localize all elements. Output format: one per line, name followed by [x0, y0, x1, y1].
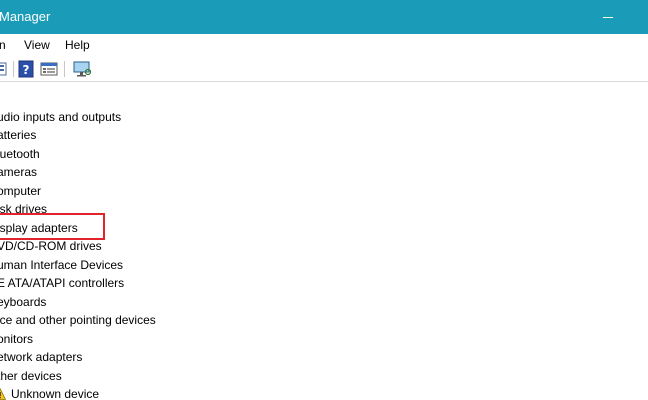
tree-item-monitors[interactable]: onitors: [0, 330, 33, 348]
tree-item-computer[interactable]: omputer: [0, 182, 41, 200]
tree-item-keyboards[interactable]: eyboards: [0, 293, 46, 311]
tree-item-ide-controllers[interactable]: E ATA/ATAPI controllers: [0, 274, 124, 292]
tree-item-cameras[interactable]: ameras: [0, 163, 37, 181]
svg-text:?: ?: [23, 63, 30, 77]
tree-item-mice[interactable]: ice and other pointing devices: [0, 311, 156, 329]
tree-item-network-adapters[interactable]: etwork adapters: [0, 348, 82, 366]
tree-item-audio[interactable]: udio inputs and outputs: [0, 108, 121, 126]
menu-help[interactable]: Help: [65, 38, 90, 52]
title-bar: Manager: [0, 0, 648, 34]
tree-item-hid[interactable]: uman Interface Devices: [0, 256, 123, 274]
tree-item-bluetooth[interactable]: luetooth: [0, 145, 40, 163]
window-title: Manager: [0, 9, 51, 24]
toolbar-separator: [64, 61, 65, 77]
tree-item-unknown-device[interactable]: Unknown device: [0, 385, 99, 400]
tree-item-label: Unknown device: [11, 387, 100, 400]
minimize-button[interactable]: [598, 8, 618, 26]
scan-hardware-icon[interactable]: [72, 60, 92, 78]
warning-icon: [0, 387, 7, 400]
tree-item-other-devices[interactable]: ther devices: [0, 367, 62, 385]
help-icon[interactable]: ?: [17, 60, 35, 78]
highlight-box: [0, 213, 105, 240]
menu-view[interactable]: View: [24, 38, 50, 52]
toolbar-separator: [13, 61, 14, 77]
menu-action[interactable]: n: [0, 38, 6, 52]
tree-item-batteries[interactable]: atteries: [0, 126, 36, 144]
device-tree: udio inputs and outputs atteries luetoot…: [0, 83, 648, 400]
toolbar: ?: [0, 56, 648, 82]
properties-icon[interactable]: [40, 60, 58, 78]
menu-bar: n View Help: [0, 34, 648, 56]
view-icon[interactable]: [0, 60, 10, 78]
